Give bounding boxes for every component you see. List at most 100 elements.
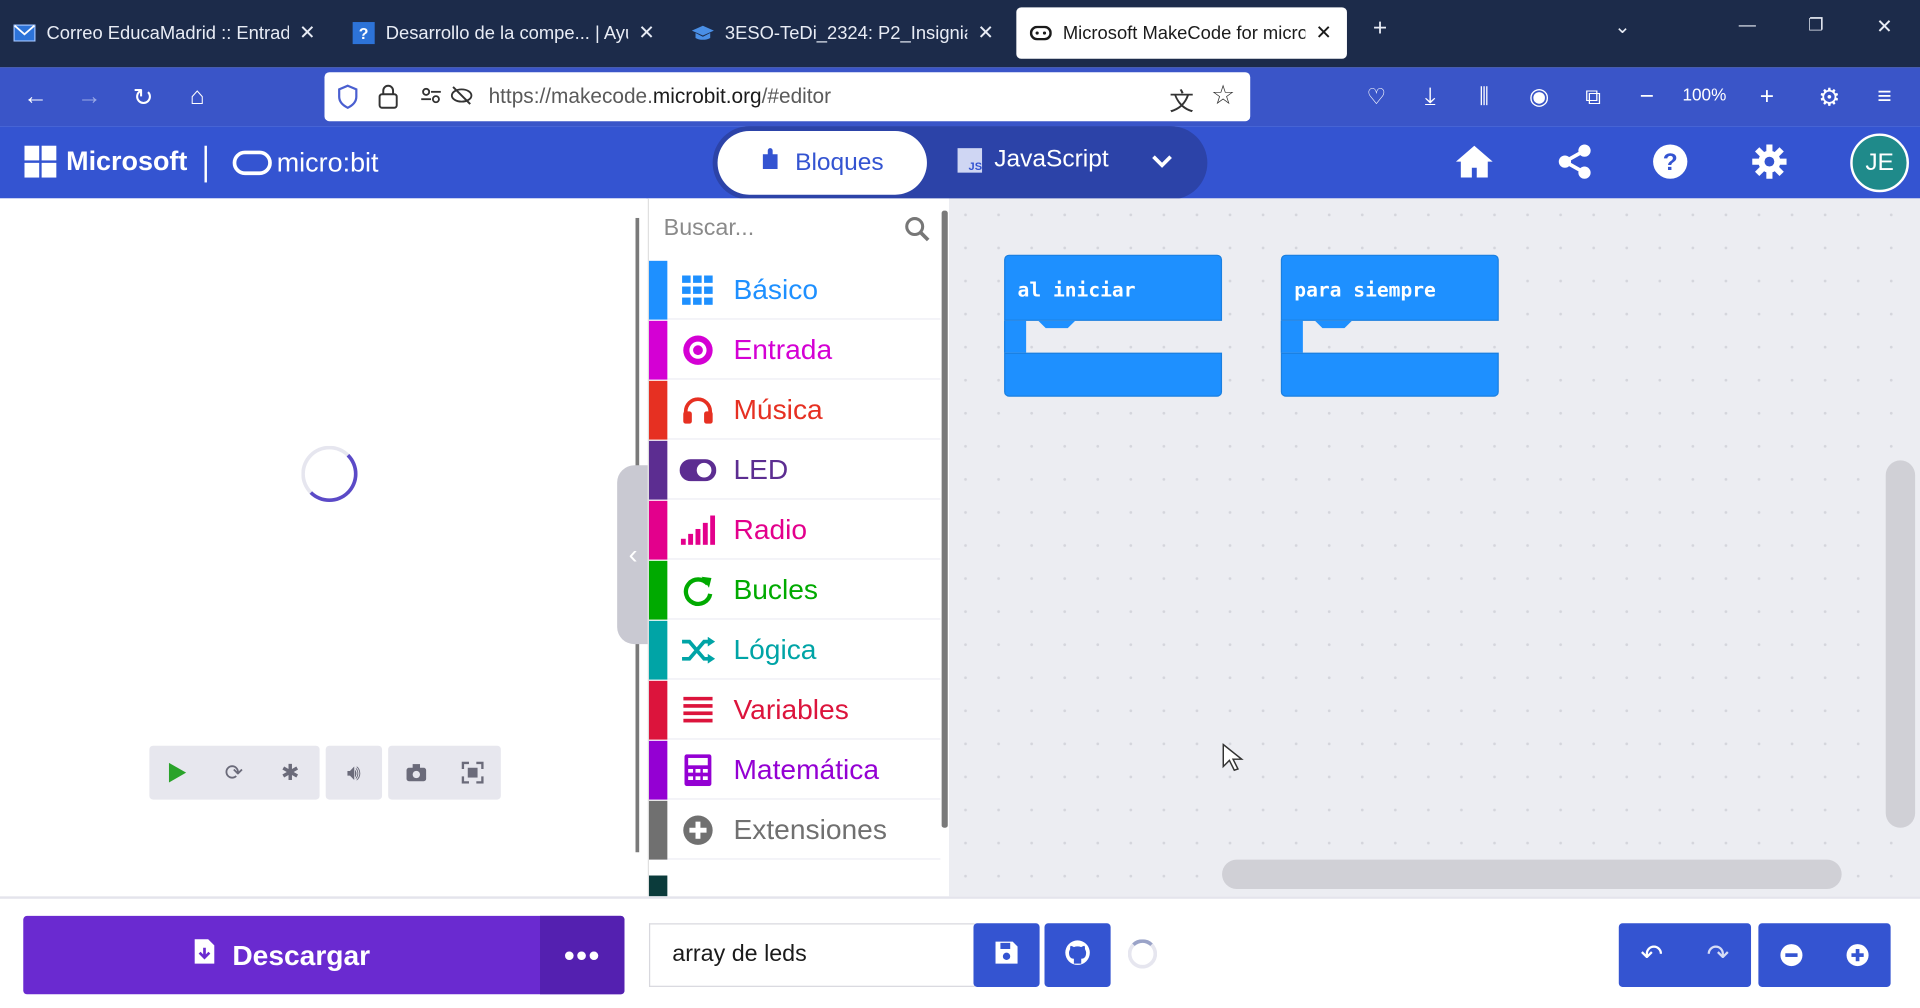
browser-tab-moodle[interactable]: 3ESO-TeDi_2324: P2_Insignias | ✕	[678, 7, 1009, 58]
sync-spinner	[1127, 939, 1158, 969]
blocks-tab[interactable]: Bloques	[717, 131, 927, 195]
search-icon[interactable]	[904, 216, 931, 243]
on-start-block[interactable]: al iniciar	[1004, 254, 1223, 397]
category-musica[interactable]: Música	[648, 380, 941, 440]
play-icon[interactable]	[149, 746, 205, 800]
category-entrada[interactable]: Entrada	[648, 320, 941, 380]
undo-icon[interactable]: ↶	[1619, 923, 1685, 987]
lock-icon[interactable]	[378, 84, 398, 115]
category-bucles[interactable]: Bucles	[648, 560, 941, 620]
save-button[interactable]	[973, 923, 1040, 987]
minimize-icon[interactable]: —	[1729, 15, 1766, 35]
category-variables[interactable]: Variables	[648, 680, 941, 740]
extensions-icon[interactable]: ⧉	[1576, 80, 1610, 114]
toolbox-scrollbar[interactable]	[941, 210, 948, 828]
translate-icon[interactable]: 文	[1169, 82, 1193, 118]
category-label: Bucles	[733, 573, 819, 605]
zoom-out-icon[interactable]: −	[1630, 80, 1664, 114]
github-icon	[1064, 939, 1091, 972]
browser-tab-makecode[interactable]: Microsoft MakeCode for micro: ✕	[1016, 7, 1347, 59]
chevron-down-icon[interactable]: ⌄	[1604, 15, 1641, 39]
category-led[interactable]: LED	[648, 440, 941, 500]
zoom-out-icon[interactable]	[1758, 923, 1824, 987]
gear-icon[interactable]	[1749, 143, 1791, 185]
project-name-input[interactable]: array de leds	[648, 923, 975, 987]
blocks-workspace[interactable]: al iniciar para siempre	[948, 198, 1920, 897]
more-options-button[interactable]: •••	[540, 915, 625, 995]
category-color-bar	[648, 560, 668, 619]
forward-icon[interactable]: →	[72, 80, 106, 114]
close-tab-icon[interactable]: ✕	[1313, 21, 1335, 45]
chevron-left-icon: ‹	[628, 538, 638, 570]
block-side	[1004, 320, 1027, 353]
category-radio[interactable]: Radio	[648, 500, 941, 560]
javascript-tab[interactable]: JS JavaScript	[957, 145, 1109, 174]
pocket-icon[interactable]: ♡	[1359, 80, 1393, 114]
collapse-simulator-button[interactable]: ‹	[617, 465, 649, 645]
settings-icon[interactable]: ⚙	[1812, 80, 1846, 114]
zoom-in-icon[interactable]	[1825, 923, 1891, 987]
menu-icon[interactable]: ≡	[1867, 80, 1901, 114]
tab-title: Desarrollo de la compe... | Ayud	[385, 22, 629, 44]
url-domain: microbit.org	[652, 84, 762, 108]
category-label: Básico	[733, 273, 819, 305]
reload-icon[interactable]: ↻	[126, 80, 160, 114]
home-icon[interactable]	[1453, 143, 1495, 185]
workspace-horizontal-scrollbar[interactable]	[1222, 859, 1842, 889]
restore-icon[interactable]: ❐	[1798, 15, 1835, 36]
share-icon[interactable]	[1554, 143, 1596, 185]
block-footer	[1004, 352, 1223, 397]
category-label: Lógica	[733, 633, 817, 665]
avatar[interactable]: JE	[1850, 133, 1909, 193]
microbit-logo[interactable]: micro:bit	[232, 147, 379, 179]
download-button[interactable]: Descargar	[23, 916, 540, 994]
browser-tab-correo[interactable]: Correo EducaMadrid :: Entrada ✕	[0, 7, 331, 58]
category-logica[interactable]: Lógica	[648, 620, 941, 680]
star-icon[interactable]: ☆	[1211, 80, 1235, 112]
fullscreen-icon[interactable]	[444, 746, 500, 800]
zoom-in-icon[interactable]: +	[1750, 80, 1784, 114]
home-icon[interactable]: ⌂	[180, 80, 214, 114]
download-icon[interactable]: ⤓	[1413, 80, 1447, 114]
workspace-vertical-scrollbar[interactable]	[1885, 460, 1916, 828]
microsoft-logo[interactable]: Microsoft	[24, 145, 187, 178]
volume-icon[interactable]: 🔊︎	[326, 746, 382, 800]
shuffle-icon	[680, 631, 717, 668]
help-icon[interactable]: ?	[1649, 143, 1691, 185]
category-basico[interactable]: Básico	[648, 260, 941, 320]
browser-tab-ayuda[interactable]: ? Desarrollo de la compe... | Ayud ✕	[339, 7, 670, 58]
grid-icon	[680, 271, 717, 308]
library-icon[interactable]: ⫼	[1467, 80, 1501, 114]
forever-block[interactable]: para siempre	[1280, 254, 1499, 397]
bug-icon[interactable]: ✱	[262, 746, 318, 800]
category-extensiones[interactable]: Extensiones	[648, 800, 941, 860]
zoom-level[interactable]: 100%	[1682, 84, 1726, 104]
category-color-bar	[648, 260, 668, 319]
download-group: Descargar •••	[23, 915, 625, 995]
permissions-icon[interactable]	[420, 84, 442, 112]
github-button[interactable]	[1044, 923, 1111, 987]
close-tab-icon[interactable]: ✕	[636, 21, 658, 45]
url-bar[interactable]: https://makecode.microbit.org/#editor 文 …	[324, 72, 1251, 122]
new-tab-icon[interactable]: +	[1362, 15, 1399, 43]
toolbox-search-input[interactable]: Buscar...	[664, 216, 933, 248]
undo-redo-group: ↶ ↷	[1618, 923, 1752, 987]
close-tab-icon[interactable]: ✕	[296, 21, 318, 45]
download-label: Descargar	[232, 938, 371, 971]
tracking-protection-icon[interactable]	[449, 84, 473, 112]
redo-icon[interactable]: ↷	[1685, 923, 1751, 987]
signal-icon	[680, 511, 717, 548]
close-tab-icon[interactable]: ✕	[975, 21, 997, 45]
javascript-label: JavaScript	[994, 145, 1109, 173]
account-icon[interactable]: ◉	[1522, 80, 1556, 114]
makecode-icon	[1029, 23, 1053, 43]
restart-icon[interactable]: ⟳	[206, 746, 262, 800]
chevron-down-icon[interactable]	[1151, 148, 1173, 176]
close-window-icon[interactable]: ✕	[1866, 15, 1903, 39]
js-icon: JS	[957, 147, 983, 173]
category-matematica[interactable]: Matemática	[648, 740, 941, 800]
block-slot	[1302, 320, 1352, 329]
camera-icon[interactable]	[388, 746, 444, 800]
back-icon[interactable]: ←	[18, 80, 52, 114]
shield-icon[interactable]	[337, 84, 359, 115]
